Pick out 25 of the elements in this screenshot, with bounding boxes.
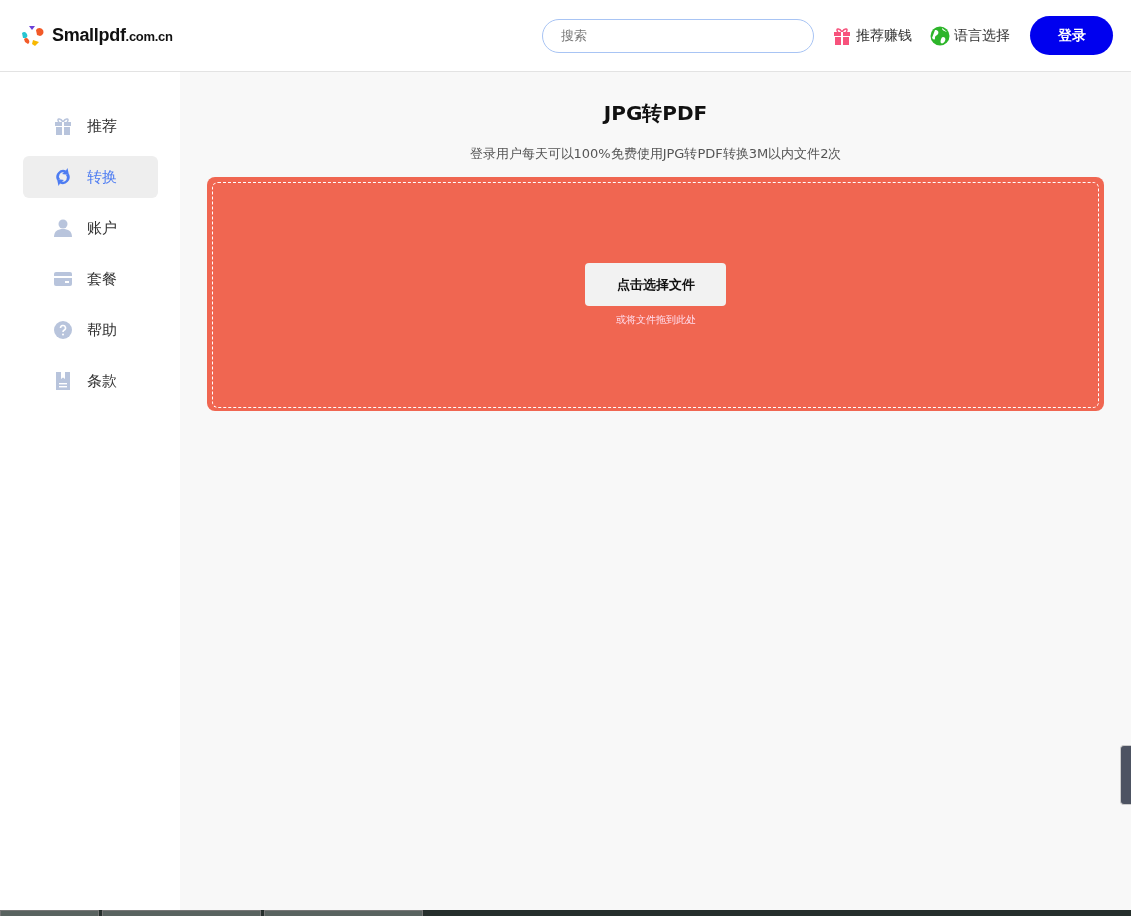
document-icon <box>53 371 73 391</box>
page-title: JPG转PDF <box>603 100 708 127</box>
globe-icon <box>930 25 950 46</box>
sidebar-item[interactable]: 套餐 <box>23 258 158 300</box>
logo-icon <box>20 23 44 48</box>
sidebar-item[interactable]: 推荐 <box>23 105 158 147</box>
logo-text[interactable]: Smallpdf.com.cn <box>52 25 173 46</box>
refresh-icon <box>53 167 73 187</box>
gift-icon <box>53 116 73 136</box>
card-icon <box>53 269 73 289</box>
help-icon <box>53 320 73 340</box>
header-link[interactable]: 语言选择 <box>930 25 1010 46</box>
drop-hint: 或将文件拖到此处 <box>615 313 696 327</box>
login-button[interactable]: 登录 <box>1030 16 1113 55</box>
drop-zone[interactable]: 点击选择文件 或将文件拖到此处 <box>207 177 1104 411</box>
subtitle: 登录用户每天可以100%免费使用JPG转PDF转换3M以内文件2次 <box>469 145 842 163</box>
choose-file-button[interactable]: 点击选择文件 <box>585 263 726 306</box>
sidebar-item[interactable]: 条款 <box>23 360 158 402</box>
sidebar-item[interactable]: 账户 <box>23 207 158 249</box>
user-icon <box>53 218 73 238</box>
level-meter-widget[interactable] <box>1120 745 1131 805</box>
header-link[interactable]: 推荐赚钱 <box>832 25 912 46</box>
sidebar-item[interactable]: 帮助 <box>23 309 158 351</box>
gift-icon <box>832 25 852 46</box>
search-field[interactable]: 搜索 <box>542 18 814 53</box>
